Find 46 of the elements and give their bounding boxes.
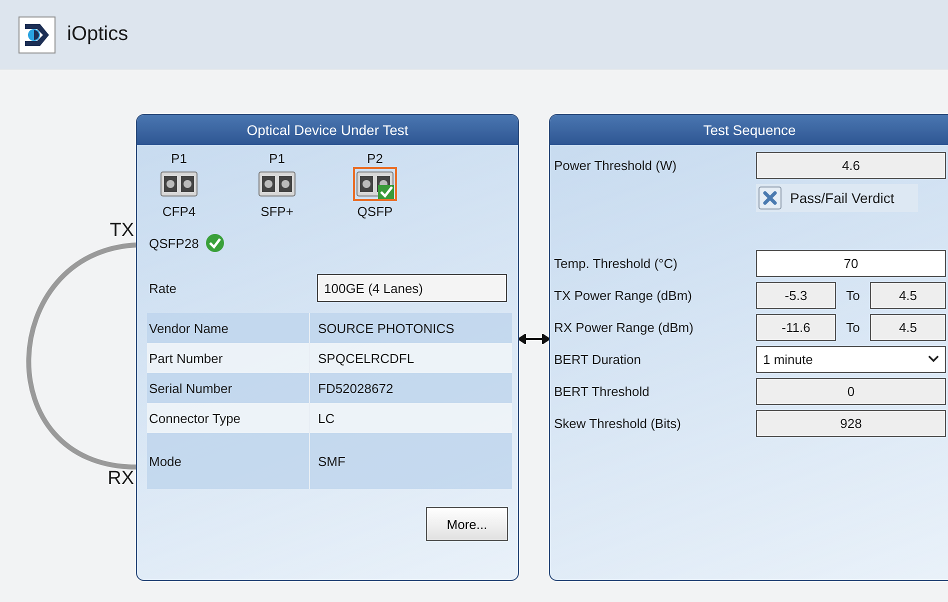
input-field[interactable]: 4.6 [756,152,946,178]
transceiver-name: SFP+ [260,204,294,219]
field-label: TX Power Range (dBm) [554,288,693,302]
input-field[interactable]: 4.5 [870,314,946,340]
module-type: QSFP28 [149,236,199,250]
transceiver-name: QSFP [357,204,393,219]
port-label: P2 [367,151,383,167]
port-label: P1 [171,151,187,167]
field-label: Power Threshold (W) [554,158,678,172]
table-cell-text: FD52028672 [317,380,394,396]
transceiver-icon[interactable] [353,167,397,201]
to-label: To [845,320,861,334]
more-button[interactable]: More... [426,507,508,541]
field-label: Temp. Threshold (°C) [554,256,678,270]
panel-title: Test Sequence [703,122,796,138]
chevron-down-icon [928,355,939,363]
transceiver-name: CFP4 [162,204,196,219]
field-label: Rate [148,280,178,296]
table-cell: Mode [147,433,310,489]
rate-field[interactable]: 100GE (4 Lanes) [317,274,507,302]
field-label: BERT Threshold [554,384,650,398]
field-label: RX Power Range (dBm) [554,320,694,334]
table-cell-text: LC [317,410,335,426]
input-field[interactable]: -11.6 [756,314,836,340]
port-label: P1 [269,151,285,167]
window-title: iOptics [67,23,128,46]
tx-label: TX [110,220,134,242]
table-cell-text: SPQCELRCDFL [317,350,414,366]
panel-title: Optical Device Under Test [246,122,408,138]
input-field[interactable]: 4.5 [870,282,946,308]
field-label: BERT Duration [554,352,642,366]
rx-label: RX [108,468,134,490]
to-label: To [845,288,861,302]
checkbox-label: Pass/Fail Verdict [790,190,894,206]
input-field[interactable]: -5.3 [756,282,836,308]
input-field[interactable]: 70 [756,250,946,276]
table-cell-text: SMF [317,454,346,468]
verdict-checkbox[interactable]: Pass/Fail Verdict [756,184,918,212]
double-arrow-icon [519,334,549,344]
duration-dropdown[interactable]: 1 minute [756,346,946,372]
table-cell-text: SOURCE PHOTONICS [317,320,454,336]
dropdown-value: 1 minute [763,352,813,366]
input-field[interactable]: 0 [756,378,946,404]
input-field[interactable]: 928 [756,410,946,436]
field-label: Skew Threshold (Bits) [554,416,682,430]
app-logo [18,16,56,54]
